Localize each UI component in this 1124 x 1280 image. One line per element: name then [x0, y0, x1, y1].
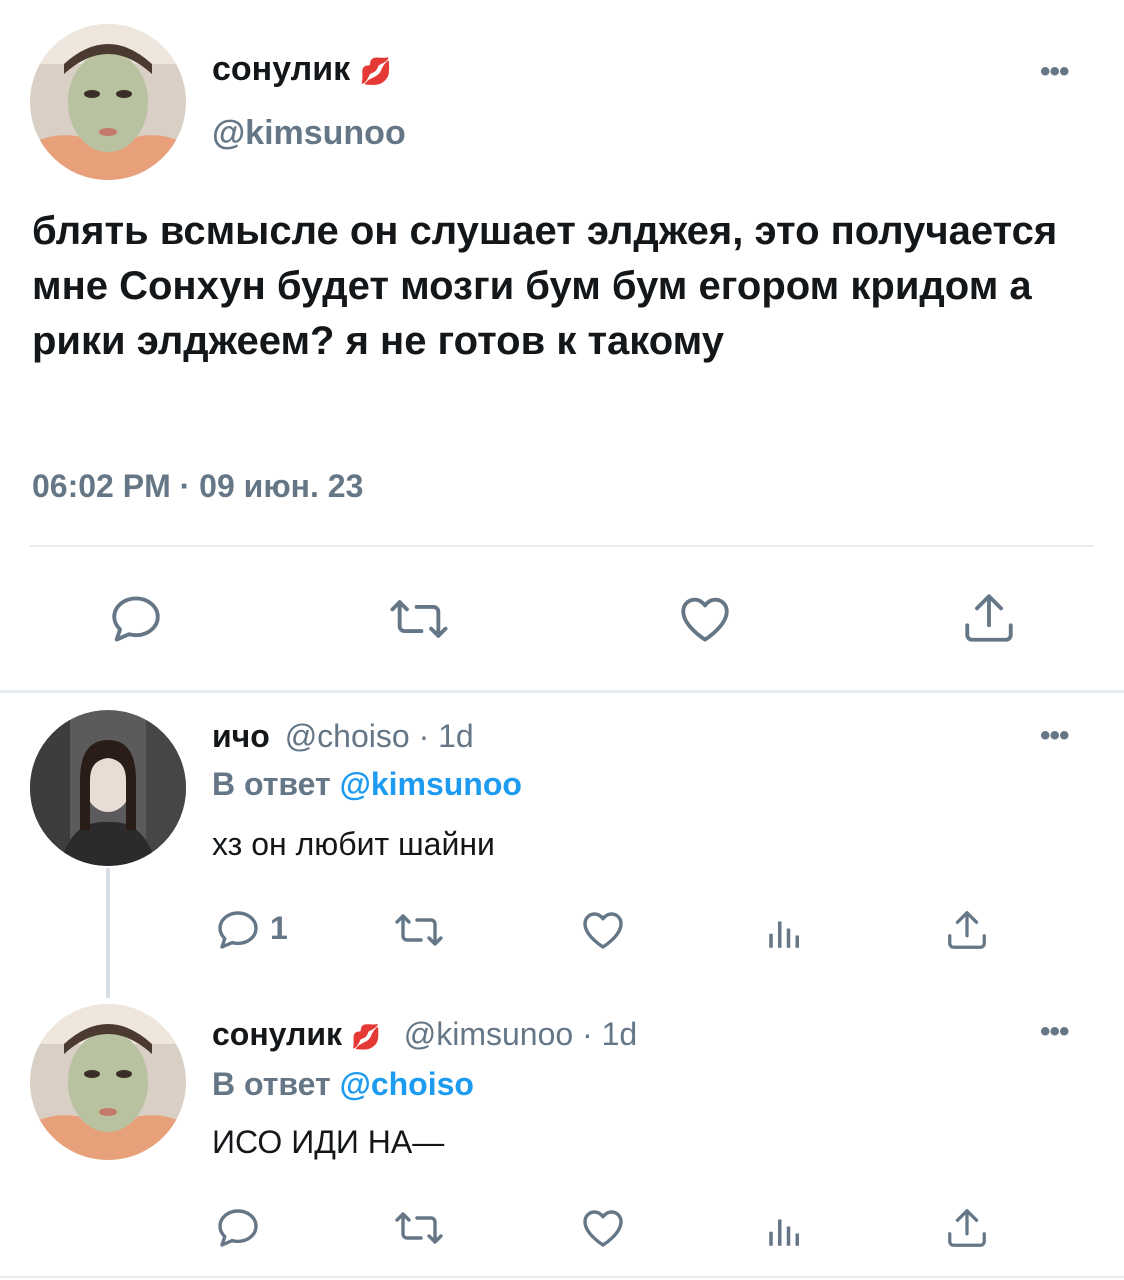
reply-1-context: В ответ @kimsunoo: [212, 766, 522, 802]
kiss-emoji-icon: 💋: [350, 1024, 381, 1051]
more-options-icon[interactable]: •••: [1040, 1017, 1069, 1047]
main-tweet-text: блять всмысле он слушает элджея, это пол…: [32, 209, 1058, 363]
retweet-icon[interactable]: [392, 1204, 446, 1252]
main-author-name[interactable]: сонулик 💋: [212, 50, 392, 89]
retweet-icon[interactable]: [392, 906, 446, 954]
reply-1-mention-link[interactable]: @kimsunoo: [340, 766, 522, 802]
main-author-avatar[interactable]: [30, 24, 186, 180]
main-tweet-timestamp[interactable]: 06:02 PM · 09 июн. 23: [32, 468, 363, 505]
reply-1-author-handle[interactable]: @choiso: [285, 718, 410, 754]
main-author-handle[interactable]: @kimsunoo: [212, 114, 406, 153]
like-icon[interactable]: [578, 906, 628, 954]
reply-2-header: сонулик 💋 @kimsunoo · 1d: [212, 1016, 637, 1053]
reply-2-age: · 1d: [582, 1016, 638, 1052]
reply-2-context: В ответ @choiso: [212, 1066, 474, 1102]
reply-2-author-avatar[interactable]: [30, 1004, 186, 1160]
reply-icon[interactable]: [214, 906, 262, 954]
reply-1-age: · 1d: [418, 718, 474, 754]
views-icon[interactable]: [764, 910, 806, 954]
share-icon[interactable]: [960, 588, 1018, 648]
like-icon[interactable]: [578, 1204, 628, 1252]
reply-1-text: хз он любит шайни: [212, 826, 495, 862]
reply-icon[interactable]: [214, 1204, 262, 1252]
reply-1-header: ичо @choiso · 1d: [212, 718, 474, 755]
more-options-icon[interactable]: •••: [1040, 721, 1069, 751]
reply-1-author-name[interactable]: ичо: [212, 718, 270, 754]
share-icon[interactable]: [944, 1204, 990, 1252]
reply-2-author-handle[interactable]: @kimsunoo: [404, 1016, 573, 1052]
reply-2-text: ИСО ИДИ НА—: [212, 1124, 445, 1160]
reply-author-avatar[interactable]: [30, 710, 186, 866]
reply-2-author-name[interactable]: сонулик: [212, 1016, 342, 1052]
thread-connector-line: [106, 868, 110, 998]
divider: [30, 545, 1094, 547]
section-divider: [0, 690, 1124, 693]
more-options-icon[interactable]: •••: [1040, 57, 1069, 87]
reply-count: 1: [270, 910, 288, 946]
like-icon[interactable]: [675, 590, 735, 648]
retweet-icon[interactable]: [387, 590, 451, 648]
reply-icon[interactable]: [107, 590, 165, 648]
bottom-divider: [0, 1276, 1124, 1278]
views-icon[interactable]: [764, 1208, 806, 1252]
share-icon[interactable]: [944, 906, 990, 954]
kiss-emoji-icon: 💋: [359, 56, 393, 86]
reply-2-mention-link[interactable]: @choiso: [340, 1066, 474, 1102]
